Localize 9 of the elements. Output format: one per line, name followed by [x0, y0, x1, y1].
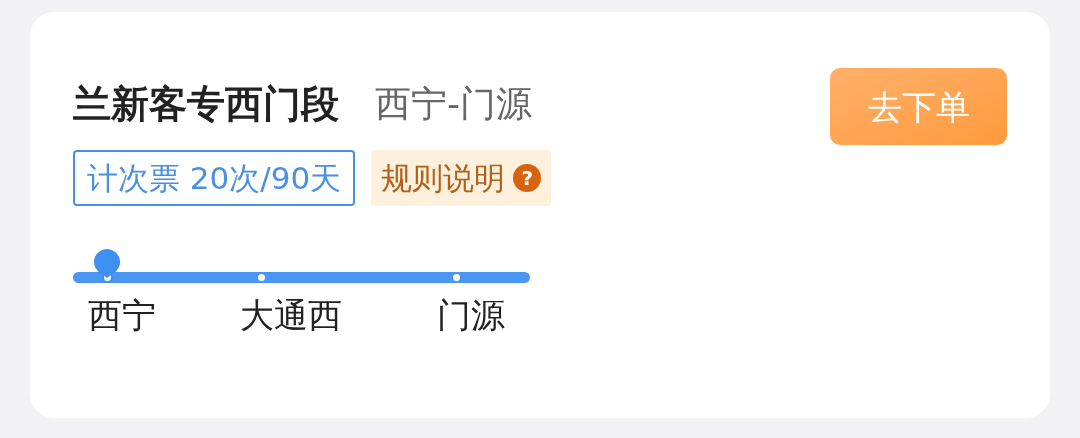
- station-name: 大通西: [240, 295, 342, 335]
- location-pin-icon: [93, 248, 121, 278]
- card-title: 兰新客专西门段: [73, 85, 339, 123]
- help-icon: ?: [513, 164, 542, 192]
- station-name: 西宁: [88, 295, 156, 335]
- rules-link[interactable]: 规则说明 ?: [371, 150, 552, 206]
- ticket-tag: 计次票 20次/90天: [73, 150, 356, 206]
- station-name: 门源: [437, 295, 505, 335]
- route-text: 西宁-门源: [375, 86, 532, 122]
